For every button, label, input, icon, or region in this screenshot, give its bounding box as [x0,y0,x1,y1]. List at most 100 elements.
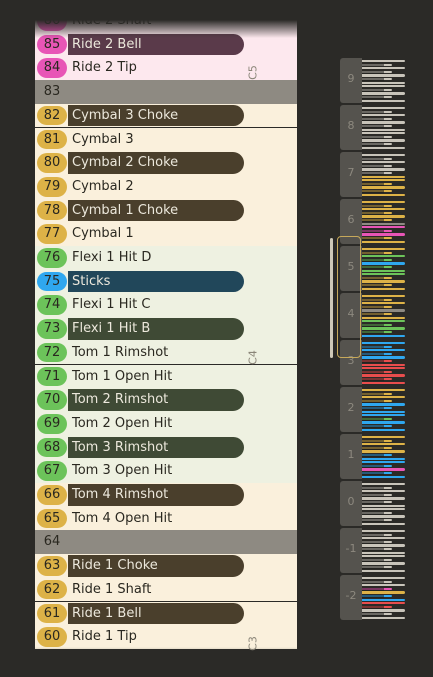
white-key [362,262,405,265]
note-number: 80 [37,153,67,173]
note-number: 65 [37,508,67,529]
white-key [362,121,405,124]
note-number: 71 [37,366,67,387]
black-key-body [362,237,384,240]
octave-number: 6 [347,213,355,226]
key-row[interactable]: 85 Ride 2 Bell [35,32,297,57]
key-row[interactable]: 76 Flexi 1 Hit D [35,246,297,270]
black-key-body [362,512,384,515]
white-key [362,374,405,377]
black-key-body [362,400,384,403]
key-row[interactable]: 68 Tom 3 Rimshot [35,435,297,460]
note-label: Tom 3 Open Hit [72,463,173,479]
black-key-body [362,487,384,490]
note-label: Ride 2 Bell [72,36,142,52]
black-key-body [362,378,384,381]
white-key [362,508,405,511]
white-key [362,154,405,157]
scrollbar[interactable] [330,238,333,358]
key-row[interactable]: 65 Tom 4 Open Hit [35,506,297,531]
note-label: Flexi 1 Hit D [72,250,152,265]
key-row[interactable]: 82 Cymbal 3 Choke [35,103,297,128]
black-key-body [362,96,384,99]
octave-number: 8 [347,119,355,132]
note-number: 64 [37,532,67,553]
key-row[interactable]: 78 Cymbal 1 Choke [35,198,297,223]
note-number: 72 [37,342,67,363]
octave-label-c3: C3 [246,636,260,651]
octave-number: 9 [347,72,355,85]
key-row[interactable]: 83 [35,80,297,104]
key-mapping-list[interactable]: 86 Ride 2 Shaft 85 Ride 2 Bell 84 Ride 2 Tip 8… [35,20,297,665]
black-key-body [362,165,384,168]
black-key-body [362,548,384,551]
note-label: Ride 2 Tip [72,60,137,76]
note-number: 78 [37,200,67,221]
white-key [362,85,405,88]
octave-block[interactable]: -1 [340,528,406,573]
key-row[interactable]: 79 Cymbal 2 [35,174,297,199]
key-row[interactable]: 81 Cymbal 3 [35,127,297,152]
note-label: Ride 1 Shaft [72,581,152,597]
black-key-body [362,299,384,302]
white-key [362,522,405,525]
white-key [362,602,405,605]
black-key-body [362,143,384,146]
octave-number: 0 [347,495,355,508]
key-row[interactable]: 70 Tom 2 Rimshot [35,388,297,412]
key-row[interactable]: 74 Flexi 1 Hit C [35,293,297,318]
key-row[interactable]: 77 Cymbal 1 [35,222,297,246]
key-row[interactable]: 75 Sticks [35,269,297,294]
octave-block[interactable]: 8 [340,105,406,150]
white-key [362,363,405,366]
key-row[interactable]: 63 Ride 1 Choke [35,554,297,578]
black-key-body [362,205,384,208]
white-key [362,591,405,594]
black-key-body [362,158,384,161]
octave-block[interactable]: 1 [340,434,406,479]
octave-number: -2 [345,589,357,602]
white-key [362,295,405,298]
note-number: 84 [37,58,67,79]
white-key [362,504,405,507]
key-row[interactable]: 86 Ride 2 Shaft [35,20,297,33]
black-key-body [362,212,384,215]
note-label: Cymbal 3 Choke [72,107,179,123]
note-label: Flexi 1 Hit B [72,321,151,337]
white-key [362,327,405,330]
black-key-body [362,219,384,222]
note-number: 66 [37,485,67,505]
black-key-body [362,136,384,139]
octave-block[interactable]: 9 [340,58,406,103]
octave-block[interactable]: 0 [340,481,406,526]
black-key-body [362,541,384,544]
black-key-body [362,472,384,475]
key-row[interactable]: 73 Flexi 1 Hit B [35,317,297,341]
key-row[interactable]: 80 Cymbal 2 Choke [35,151,297,175]
white-key [362,240,405,243]
white-key [362,273,405,276]
visible-range-indicator[interactable] [337,236,361,358]
white-key [362,316,405,319]
octave-block[interactable]: 7 [340,152,406,197]
black-key-body [362,277,384,280]
black-key-body [362,230,384,233]
octave-label-c5: C5 [246,65,260,80]
note-label: Tom 1 Open Hit [72,368,173,384]
key-row[interactable]: 71 Tom 1 Open Hit [35,364,297,389]
key-row[interactable]: 67 Tom 3 Open Hit [35,459,297,483]
key-row[interactable]: 62 Ride 1 Shaft [35,577,297,602]
key-row[interactable]: 64 [35,530,297,555]
key-row[interactable]: 61 Ride 1 Bell [35,601,297,626]
octave-block[interactable]: -2 [340,575,406,620]
black-key-body [362,501,384,504]
key-row[interactable]: 69 Tom 2 Open Hit [35,411,297,436]
note-label: Tom 4 Open Hit [72,510,173,526]
note-label: Cymbal 2 [72,178,134,194]
octave-block[interactable]: 2 [340,387,406,432]
black-key-body [362,172,384,175]
note-label: Tom 1 Rimshot [72,344,169,360]
white-key [362,616,405,619]
key-row[interactable]: 66 Tom 4 Rimshot [35,483,297,507]
note-number: 61 [37,603,67,624]
